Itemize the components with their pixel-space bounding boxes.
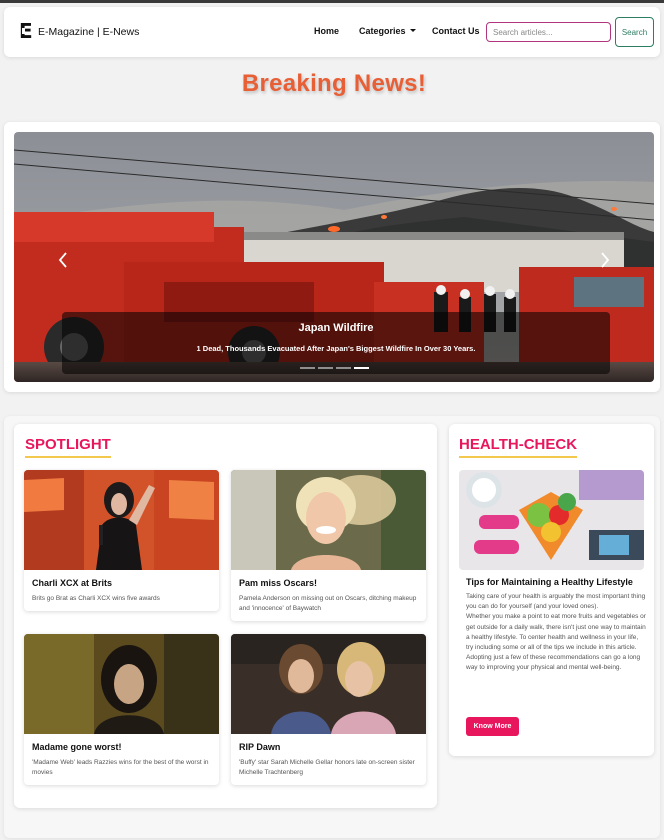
card-title: Madame gone worst! [32, 742, 122, 752]
carousel-caption: Japan Wildfire 1 Dead, Thousands Evacuat… [62, 312, 610, 374]
search-input[interactable] [486, 22, 611, 42]
card-title: RIP Dawn [239, 742, 281, 752]
spotlight-heading: SPOTLIGHT [25, 436, 111, 458]
health-heading: HEALTH-CHECK [459, 436, 578, 458]
card-image [231, 634, 426, 734]
carousel-indicator[interactable] [336, 367, 351, 369]
nav-categories-label: Categories [359, 26, 406, 36]
breaking-news-title: Breaking News! [241, 70, 427, 97]
carousel-indicator[interactable] [318, 367, 333, 369]
chevron-right-icon [601, 252, 610, 268]
health-paragraph: Adopting just a few of these recommendat… [466, 654, 641, 672]
health-paragraph: Whether you make a point to eat more fru… [466, 613, 646, 652]
brand-name[interactable]: E-Magazine | E-News [38, 26, 139, 38]
carousel-card: Japan Wildfire 1 Dead, Thousands Evacuat… [4, 122, 660, 392]
spotlight-card[interactable]: Pam miss Oscars! Pamela Anderson on miss… [231, 470, 426, 621]
healthy-food-photo [459, 470, 644, 570]
card-text: Pamela Anderson on missing out on Oscars… [239, 595, 417, 612]
card-text: Brits go Brat as Charli XCX wins five aw… [32, 595, 160, 602]
card-image [24, 634, 219, 734]
health-paragraph: Taking care of your health is arguably t… [466, 593, 646, 611]
health-image [459, 470, 644, 570]
carousel-slide-image: Japan Wildfire 1 Dead, Thousands Evacuat… [14, 132, 654, 382]
brand-logo-icon[interactable]: E [19, 21, 33, 41]
caret-down-icon [409, 29, 416, 32]
carousel-caption-title: Japan Wildfire [298, 322, 374, 334]
carousel-caption-text: 1 Dead, Thousands Evacuated After Japan'… [196, 344, 476, 353]
carousel-indicator-active[interactable] [354, 367, 369, 369]
card-text: 'Buffy' star Sarah Michelle Gellar honor… [239, 759, 415, 776]
spotlight-card[interactable]: Charli XCX at Brits Brits go Brat as Cha… [24, 470, 219, 611]
card-text: 'Madame Web' leads Razzies wins for the … [32, 759, 209, 776]
carousel-next-button[interactable] [598, 250, 612, 270]
spotlight-card[interactable]: RIP Dawn 'Buffy' star Sarah Michelle Gel… [231, 634, 426, 785]
nav-categories-dropdown[interactable]: Categories [359, 26, 416, 36]
card-title: Pam miss Oscars! [239, 578, 318, 588]
spotlight-panel: SPOTLIGHT Charli XCX at Brits Brits go B… [14, 424, 437, 808]
search-button[interactable]: Search [615, 17, 654, 47]
card-image [231, 470, 426, 570]
navbar: E E-Magazine | E-News Home Categories Co… [4, 7, 660, 57]
nav-home-link[interactable]: Home [314, 26, 339, 36]
health-panel: HEALTH-CHECK Tips for Maintaining a Heal… [449, 424, 654, 756]
top-strip [0, 0, 664, 3]
spotlight-card[interactable]: Madame gone worst! 'Madame Web' leads Ra… [24, 634, 219, 785]
health-article-body: Taking care of your health is arguably t… [466, 592, 646, 674]
card-title: Charli XCX at Brits [32, 578, 113, 588]
nav-contact-link[interactable]: Contact Us [432, 26, 480, 36]
carousel-indicator[interactable] [300, 367, 315, 369]
chevron-left-icon [58, 252, 67, 268]
health-article-title: Tips for Maintaining a Healthy Lifestyle [466, 577, 633, 587]
carousel-prev-button[interactable] [56, 250, 70, 270]
know-more-button[interactable]: Know More [466, 717, 519, 736]
card-image [24, 470, 219, 570]
